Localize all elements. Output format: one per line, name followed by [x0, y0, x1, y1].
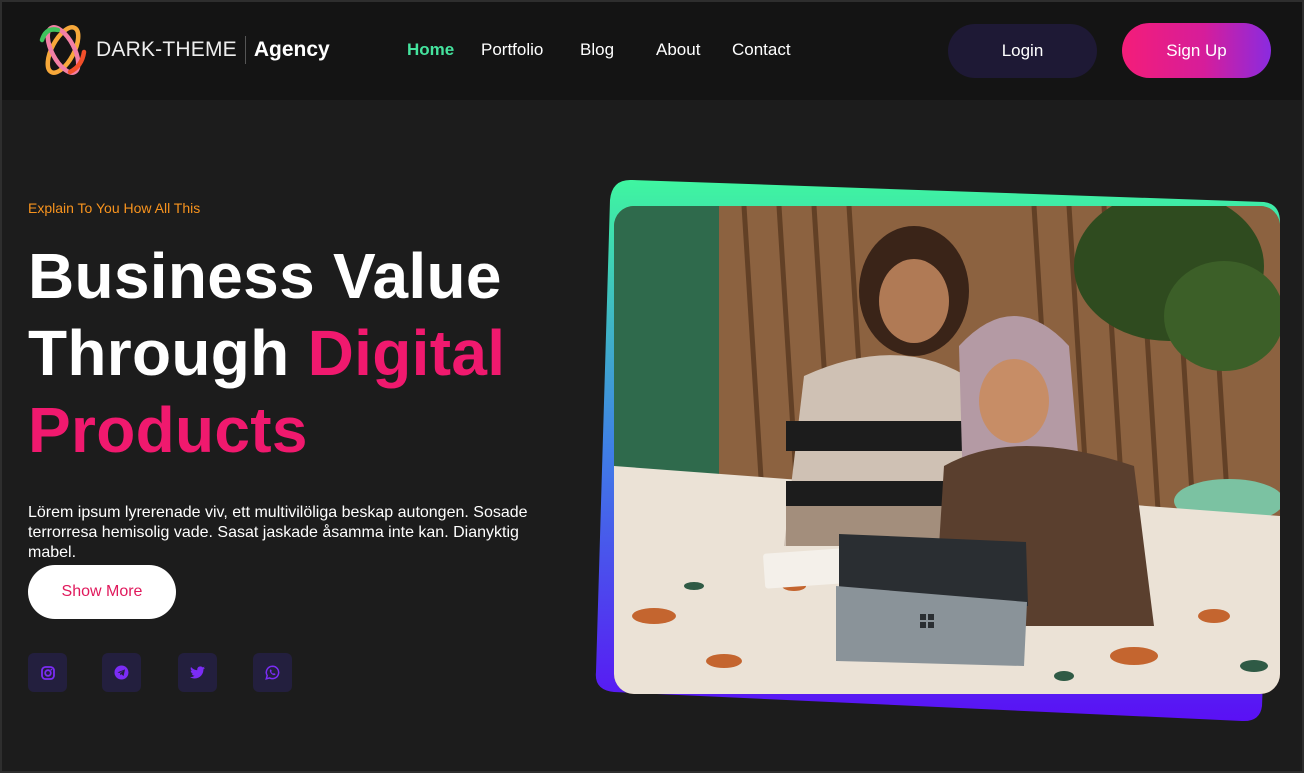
brand-name: DARK-THEME	[96, 38, 237, 61]
hero-image-frame	[594, 178, 1284, 723]
signup-button[interactable]: Sign Up	[1122, 23, 1271, 78]
brand-suffix: Agency	[253, 38, 330, 61]
hero-title-accent-products: Products	[28, 394, 308, 466]
instagram-icon	[40, 665, 55, 680]
login-button[interactable]: Login	[948, 24, 1097, 78]
nav-item-contact[interactable]: Contact	[732, 40, 791, 60]
nav-item-blog[interactable]: Blog	[580, 40, 614, 60]
site-header: DARK-THEME Agency Home Portfolio Blog Ab…	[0, 0, 1304, 100]
telegram-icon	[114, 665, 129, 680]
hero-description: Lörem ipsum lyrerenade viv, ett multivil…	[28, 504, 528, 561]
show-more-button[interactable]: Show More	[28, 565, 176, 619]
twitter-icon	[190, 666, 205, 679]
nav-item-about[interactable]: About	[656, 40, 700, 60]
hero-title-line2: Through	[28, 317, 308, 389]
hero-eyebrow: Explain To You How All This	[28, 200, 201, 216]
nav-item-home[interactable]: Home	[407, 40, 454, 60]
whatsapp-link[interactable]	[253, 653, 292, 692]
brand-logo-icon	[39, 25, 87, 75]
brand-divider	[244, 36, 246, 64]
brand[interactable]: DARK-THEME Agency	[36, 22, 330, 78]
hero-title: Business Value Through Digital Products	[28, 238, 505, 469]
twitter-link[interactable]	[178, 653, 217, 692]
telegram-link[interactable]	[102, 653, 141, 692]
instagram-link[interactable]	[28, 653, 67, 692]
whatsapp-icon	[265, 665, 280, 680]
hero-title-accent-digital: Digital	[307, 317, 506, 389]
nav-item-portfolio[interactable]: Portfolio	[481, 40, 543, 60]
hero-title-line1: Business Value	[28, 240, 502, 312]
hero-photo	[614, 206, 1280, 694]
